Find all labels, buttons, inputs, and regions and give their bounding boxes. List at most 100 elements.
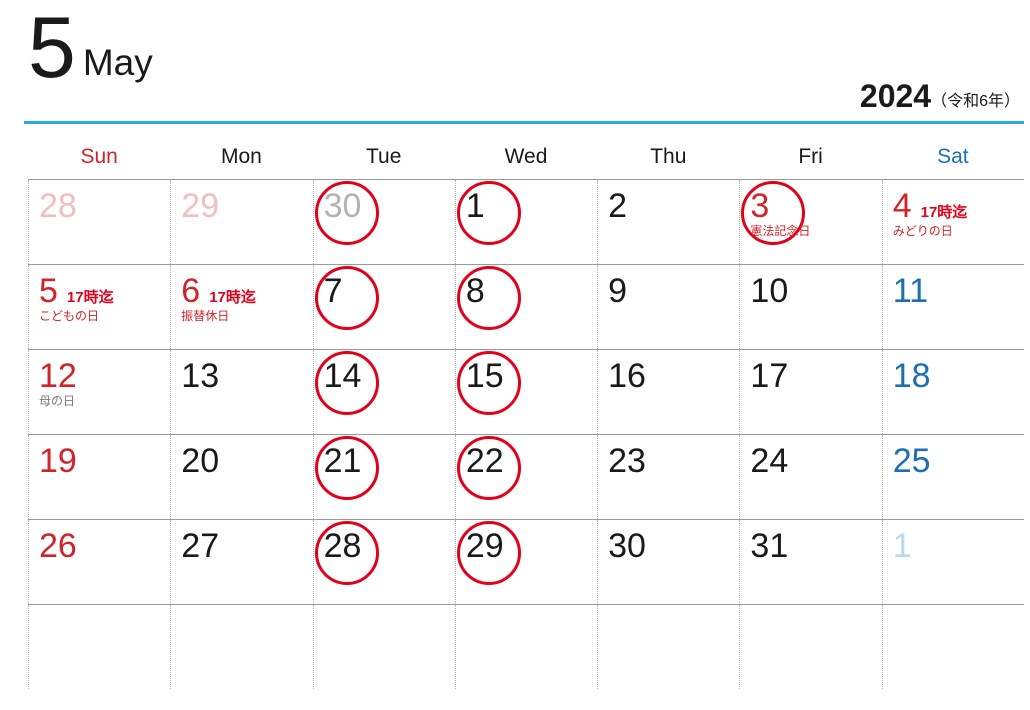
day-cell-30[interactable]: 30 [312, 180, 455, 264]
day-cell-29[interactable]: 29 [170, 180, 312, 264]
weekday-header-sun: Sun [80, 145, 118, 168]
day-cell-2[interactable]: 2 [597, 180, 739, 264]
day-number: 26 [39, 527, 77, 565]
weekday-header-sat: Sat [937, 145, 969, 168]
day-cell-6[interactable]: 6 17時迄 振替休日 [170, 265, 312, 349]
day-number: 23 [608, 442, 646, 480]
year-era-label: （令和6年） [931, 93, 1020, 110]
day-cell-7[interactable]: 7 [312, 265, 455, 349]
day-cell-13[interactable]: 13 [170, 350, 312, 434]
day-cell-21[interactable]: 21 [312, 435, 455, 519]
day-number: 11 [892, 272, 928, 310]
day-cell-empty [312, 605, 455, 689]
day-cell-empty [170, 605, 312, 689]
weekday-header-wed: Wed [504, 145, 548, 168]
day-holiday-label: 振替休日 [181, 309, 230, 323]
month-name: May [82, 42, 153, 83]
day-holiday-label: 憲法記念日 [750, 224, 811, 238]
header-divider-rule [24, 121, 1024, 124]
day-cell-1[interactable]: 1 [454, 180, 597, 264]
day-number: 3 [750, 187, 770, 225]
day-number: 6 [181, 272, 201, 310]
day-number: 7 [323, 272, 343, 310]
month-title: 5 May [28, 0, 153, 96]
day-cell-19[interactable]: 19 [28, 435, 170, 519]
day-cell-12[interactable]: 12 母の日 [28, 350, 170, 434]
day-cell-8[interactable]: 8 [454, 265, 597, 349]
year-number: 2024 [859, 78, 932, 114]
day-cell-3[interactable]: 3 憲法記念日 [739, 180, 881, 264]
day-number: 13 [181, 357, 220, 395]
day-number: 19 [39, 442, 77, 480]
day-number: 14 [323, 357, 362, 395]
day-cell-1[interactable]: 1 [881, 520, 1024, 604]
day-cell-5[interactable]: 5 17時迄 こどもの日 [28, 265, 170, 349]
day-cell-14[interactable]: 14 [312, 350, 455, 434]
week-row: 19 20 21 22 23 24 25 [28, 434, 1024, 519]
day-number: 31 [750, 527, 789, 565]
day-number: 28 [39, 187, 77, 225]
day-cell-4[interactable]: 4 17時迄 みどりの日 [881, 180, 1024, 264]
day-cell-17[interactable]: 17 [739, 350, 881, 434]
day-cell-23[interactable]: 23 [597, 435, 739, 519]
week-row: 28 29 30 1 2 3 憲法記念日 4 17時迄 みどりの日 [28, 179, 1024, 264]
day-holiday-label: こどもの日 [39, 309, 100, 323]
day-cell-empty [739, 605, 881, 689]
day-cell-28[interactable]: 28 [312, 520, 455, 604]
weekday-header-tue: Tue [365, 145, 402, 168]
day-number: 24 [750, 442, 789, 480]
day-number: 1 [892, 527, 912, 565]
day-cell-empty [881, 605, 1024, 689]
day-number: 8 [465, 272, 485, 310]
day-cell-empty [597, 605, 739, 689]
day-cell-28[interactable]: 28 [28, 180, 170, 264]
day-number: 2 [608, 187, 628, 225]
calendar-grid: 28 29 30 1 2 3 憲法記念日 4 17時迄 みどりの日 5 17時迄 こどもの日 6 17時迄振… [28, 179, 1024, 689]
day-number: 12 [39, 357, 77, 395]
day-number: 5 [39, 272, 58, 310]
week-row [28, 604, 1024, 689]
calendar-header: 5 May 2024 （令和6年） [0, 0, 1030, 124]
day-number: 16 [608, 357, 646, 395]
weekday-header-thu: Thu [650, 145, 687, 168]
month-number: 5 [28, 0, 76, 96]
day-cell-27[interactable]: 27 [170, 520, 312, 604]
weekday-header-row: Sun Mon Tue Wed Thu Fri Sat [28, 136, 1024, 178]
day-number: 30 [323, 187, 362, 225]
day-cell-11[interactable]: 11 [881, 265, 1024, 349]
day-cell-18[interactable]: 18 [881, 350, 1024, 434]
day-number: 18 [892, 357, 931, 395]
day-number: 21 [323, 442, 362, 480]
day-cell-16[interactable]: 16 [597, 350, 739, 434]
day-number: 20 [181, 442, 220, 480]
day-cell-24[interactable]: 24 [739, 435, 881, 519]
week-row: 12 母の日 13 14 15 16 17 18 [28, 349, 1024, 434]
day-number: 17 [750, 357, 789, 395]
day-cell-31[interactable]: 31 [739, 520, 881, 604]
day-cell-9[interactable]: 9 [597, 265, 739, 349]
day-cell-29[interactable]: 29 [454, 520, 597, 604]
day-holiday-label: 母の日 [39, 394, 76, 408]
week-row: 5 17時迄 こどもの日 6 17時迄 振替休日 7 8 9 10 11 [28, 264, 1024, 349]
day-number: 28 [323, 527, 362, 565]
day-cell-empty [28, 605, 170, 689]
day-number: 4 [892, 187, 912, 225]
weekday-header-mon: Mon [220, 145, 262, 168]
day-cell-10[interactable]: 10 [739, 265, 881, 349]
day-cell-20[interactable]: 20 [170, 435, 312, 519]
day-number: 27 [181, 527, 220, 565]
day-cell-22[interactable]: 22 [454, 435, 597, 519]
day-number: 30 [608, 527, 646, 565]
day-number: 29 [181, 187, 220, 225]
day-cell-25[interactable]: 25 [881, 435, 1024, 519]
day-cell-empty [454, 605, 597, 689]
day-number: 1 [465, 187, 485, 225]
day-number: 22 [465, 442, 504, 480]
day-cell-30[interactable]: 30 [597, 520, 739, 604]
day-number: 15 [465, 357, 504, 395]
day-number: 10 [750, 272, 789, 310]
weekday-header-fri: Fri [798, 145, 823, 168]
day-cell-15[interactable]: 15 [454, 350, 597, 434]
day-holiday-label: みどりの日 [892, 224, 953, 238]
day-cell-26[interactable]: 26 [28, 520, 170, 604]
